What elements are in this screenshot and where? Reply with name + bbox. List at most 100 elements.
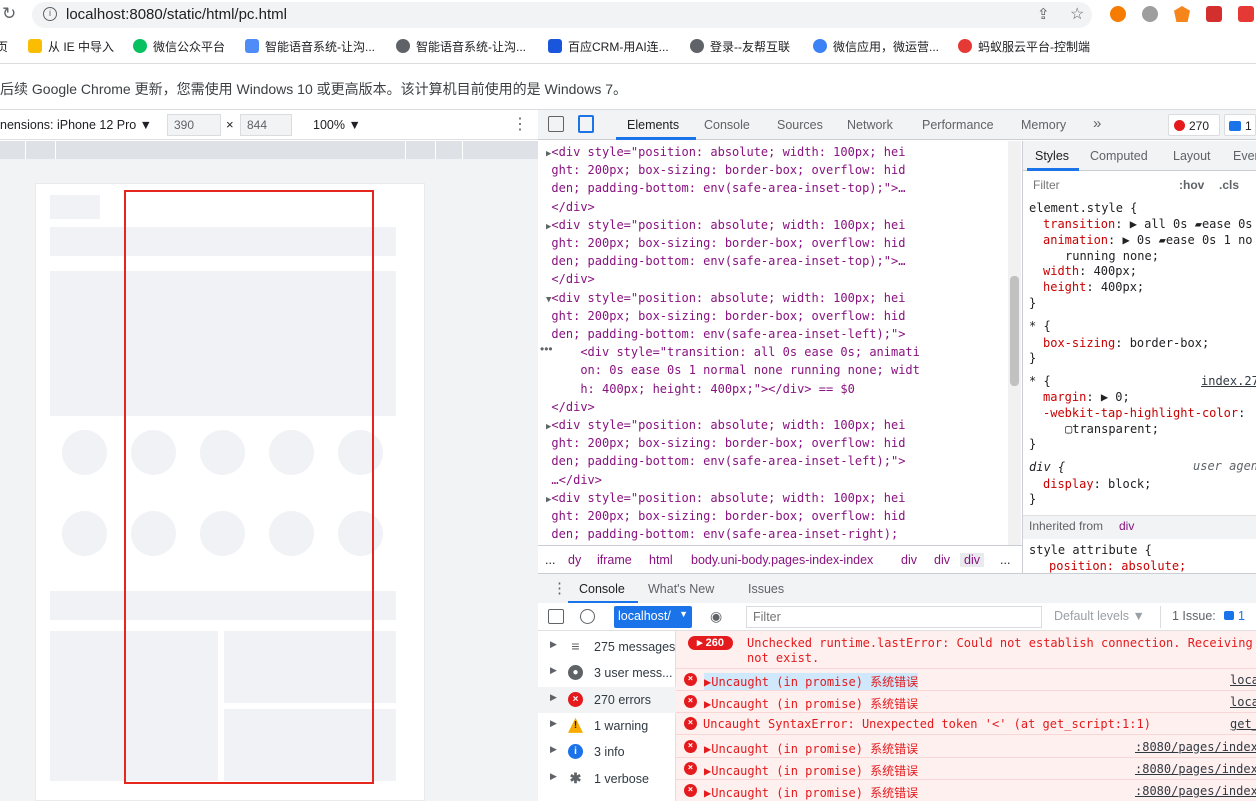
console-message[interactable]: × ▶Uncaught (in promise) 系统错误:8080/pages/… — [676, 736, 1256, 758]
breadcrumb-item[interactable]: body.uni-body.pages-index-index — [691, 553, 873, 567]
extension-icon[interactable] — [1142, 6, 1158, 22]
expand-triangle-icon[interactable]: ▶ — [550, 692, 557, 703]
dom-node-line[interactable]: den; padding-bottom: env(safe-area-inset… — [546, 325, 905, 345]
style-declaration[interactable]: animation: ▶ 0s ▰ease 0s 1 no — [1043, 233, 1253, 247]
height-input[interactable] — [240, 114, 292, 136]
dom-node-line[interactable]: ▶<div style="position: absolute; width: … — [546, 489, 905, 509]
dom-node-line[interactable]: ▶<div style="position: absolute; width: … — [546, 416, 905, 436]
tab-performance[interactable]: Performance — [922, 118, 994, 132]
node-ellipsis[interactable]: ••• — [540, 342, 553, 356]
tab-event-listeners[interactable]: Even — [1233, 149, 1256, 163]
log-levels-select[interactable]: Default levels ▼ — [1054, 609, 1145, 623]
context-select[interactable]: localhost/ ▼ — [614, 606, 692, 628]
console-message[interactable]: ▸ 260 Unchecked runtime.lastError: Could… — [676, 631, 1256, 669]
style-declaration[interactable]: width: 400px; — [1043, 264, 1137, 278]
extension-icon[interactable] — [1238, 6, 1254, 22]
dom-node-line[interactable]: den; padding-bottom: env(safe-area-inset… — [546, 452, 905, 472]
source-link[interactable]: :8080/pages/index — [1135, 784, 1256, 798]
extension-icon[interactable] — [1206, 6, 1222, 22]
breadcrumb-item[interactable]: ... — [545, 553, 555, 567]
bookmark-item[interactable]: 微信公众平台 — [133, 38, 225, 55]
width-input[interactable] — [167, 114, 221, 136]
share-icon[interactable]: ⇪ — [1037, 5, 1050, 23]
source-link[interactable]: :8080/pages/index — [1135, 740, 1256, 754]
console-message[interactable]: × ▶Uncaught (in promise) 系统错误 loca — [676, 669, 1256, 691]
issues-badge[interactable]: 1 Issue: — [1172, 609, 1216, 623]
style-declaration[interactable]: box-sizing: border-box; — [1043, 336, 1209, 350]
sidebar-item-info[interactable]: ▶ i 3 info — [538, 739, 676, 765]
bookmark-item[interactable]: 百应CRM-用AI连... — [548, 38, 669, 55]
style-source-link[interactable]: index.27 — [1201, 374, 1256, 388]
style-declaration[interactable]: display: block; — [1043, 477, 1151, 491]
dom-node-line[interactable]: </div> — [546, 398, 594, 418]
bookmark-item[interactable]: 蚂蚁服云平台-控制端 — [958, 38, 1090, 55]
breadcrumb-item[interactable]: dy — [568, 553, 581, 567]
bookmark-item[interactable]: 页 — [0, 38, 8, 55]
metamask-icon[interactable] — [1174, 6, 1190, 22]
reload-icon[interactable]: ↻ — [2, 4, 16, 24]
tab-console[interactable]: Console — [704, 118, 750, 132]
style-declaration[interactable]: -webkit-tap-highlight-color: — [1043, 406, 1245, 420]
dom-node-line[interactable]: on: 0s ease 0s 1 normal none running non… — [546, 361, 920, 381]
sidebar-item-list[interactable]: ▶ ≡ 275 messages — [538, 634, 676, 660]
sidebar-item-verbose[interactable]: ▶ ✱ 1 verbose — [538, 766, 676, 792]
dom-node-line[interactable]: ght: 200px; box-sizing: border-box; over… — [546, 434, 905, 454]
more-icon[interactable]: ⋮ — [512, 114, 528, 134]
tab-sources[interactable]: Sources — [777, 118, 823, 132]
dom-node-line[interactable]: </div> — [546, 270, 594, 290]
source-link[interactable]: loca — [1230, 673, 1256, 687]
console-message[interactable]: × ▶Uncaught (in promise) 系统错误:8080/pages/… — [676, 780, 1256, 801]
source-link[interactable]: loca — [1230, 695, 1256, 709]
bookmark-item[interactable]: 智能语音系统-让沟... — [245, 38, 375, 55]
dom-node-line[interactable]: ght: 200px; box-sizing: border-box; over… — [546, 161, 905, 181]
console-message[interactable]: × ▶Uncaught (in promise) 系统错误 loca — [676, 691, 1256, 714]
sidebar-item-error[interactable]: ▶ × 270 errors — [538, 686, 676, 713]
drawer-tab-whats-new[interactable]: What's New — [648, 582, 714, 596]
bookmark-item[interactable]: 智能语音系统-让沟... — [396, 38, 526, 55]
dom-node-line[interactable]: ght: 200px; box-sizing: border-box; over… — [546, 307, 905, 327]
star-icon[interactable]: ☆ — [1070, 4, 1084, 24]
drawer-menu-icon[interactable]: ⋮ — [552, 579, 567, 597]
expand-triangle-icon[interactable]: ▶ — [550, 744, 557, 755]
bookmark-item[interactable]: 从 IE 中导入 — [28, 38, 114, 55]
device-toggle-icon[interactable] — [578, 115, 594, 133]
breadcrumb-item[interactable]: div — [901, 553, 917, 567]
issues-counter[interactable]: 1 — [1224, 114, 1256, 136]
more-tabs[interactable]: » — [1093, 115, 1101, 132]
styles-filter-input[interactable] — [1027, 175, 1167, 195]
hov-toggle[interactable]: :hov — [1179, 178, 1204, 192]
dom-node-line[interactable]: den; padding-bottom: env(safe-area-inset… — [546, 252, 905, 272]
elements-tree[interactable]: ▶<div style="position: absolute; width: … — [538, 141, 1008, 545]
tab-layout[interactable]: Layout — [1173, 149, 1211, 163]
style-attribute-prop[interactable]: position: absolute; — [1049, 559, 1186, 573]
expand-triangle-icon[interactable]: ▶ — [550, 639, 557, 650]
dom-node-line[interactable]: </div> — [546, 198, 594, 218]
sidebar-item-warning[interactable]: ▶! 1 warning — [538, 713, 676, 739]
console-message[interactable]: × ▶Uncaught (in promise) 系统错误:8080/pages/… — [676, 758, 1256, 780]
elements-scrollbar[interactable] — [1008, 141, 1021, 545]
breadcrumb-item-selected[interactable]: div — [960, 553, 984, 567]
dom-node-line[interactable]: …</div> — [546, 471, 602, 491]
sidebar-item-user[interactable]: ▶ ● 3 user mess... — [538, 660, 676, 686]
drawer-tab-console[interactable]: Console — [579, 582, 625, 596]
style-declaration[interactable]: height: 400px; — [1043, 280, 1144, 294]
device-select[interactable]: nensions: iPhone 12 Pro ▼ — [0, 118, 152, 132]
breadcrumb-item[interactable]: div — [934, 553, 950, 567]
tab-network[interactable]: Network — [847, 118, 893, 132]
expand-triangle-icon[interactable]: ▶ — [550, 771, 557, 782]
source-link[interactable]: :8080/pages/index — [1135, 762, 1256, 776]
error-counter[interactable]: 270 — [1168, 114, 1220, 136]
dom-node-line[interactable]: h: 400px; height: 400px;"></div> == $0 — [546, 380, 855, 400]
style-declaration[interactable]: margin: ▶ 0; — [1043, 390, 1130, 404]
extension-icon[interactable] — [1110, 6, 1126, 22]
dom-node-line[interactable]: <div style="transition: all 0s ease 0s; … — [546, 343, 920, 363]
eye-icon[interactable]: ◉ — [710, 608, 722, 625]
zoom-select[interactable]: 100% ▼ — [313, 118, 361, 132]
source-link[interactable]: get_ — [1230, 717, 1256, 731]
breadcrumb-item[interactable]: ... — [1000, 553, 1010, 567]
expand-triangle-icon[interactable]: ▶ — [550, 718, 557, 729]
expand-triangle-icon[interactable]: ▶ — [550, 665, 557, 676]
bookmark-item[interactable]: 登录--友帮互联 — [690, 38, 790, 55]
dom-node-line[interactable]: ght: 200px; box-sizing: border-box; over… — [546, 507, 905, 527]
style-declaration[interactable]: transition: ▶ all 0s ▰ease 0s — [1043, 217, 1253, 231]
